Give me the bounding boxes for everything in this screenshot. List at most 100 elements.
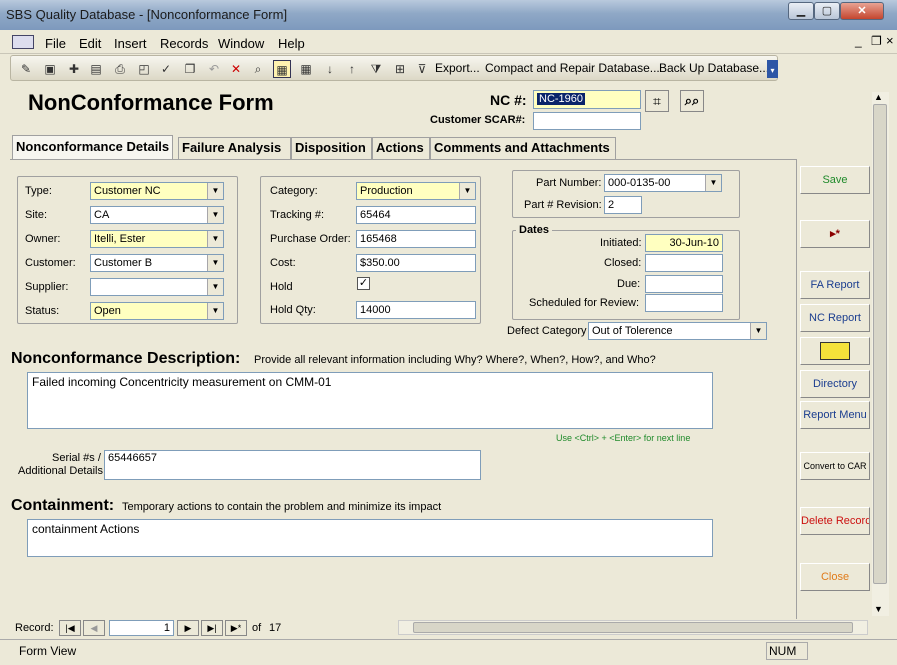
convert-to-car-button[interactable]: Convert to CAR — [800, 452, 870, 480]
export-button[interactable]: Export... — [435, 61, 480, 75]
part-number-combo[interactable]: 000-0135-00 ▼ — [604, 174, 722, 192]
tab-failure-analysis[interactable]: Failure Analysis — [178, 137, 291, 159]
open-icon[interactable]: ▣ — [41, 60, 59, 78]
select-button[interactable]: ⌗ — [645, 90, 669, 112]
customer-value: Customer B — [94, 257, 153, 269]
last-record-button[interactable]: ▶| — [201, 620, 223, 636]
chevron-down-icon[interactable]: ▼ — [750, 323, 766, 339]
status-combo[interactable]: Open ▼ — [90, 302, 224, 320]
due-field[interactable] — [645, 275, 723, 293]
nc-number-value: NC-1960 — [537, 93, 586, 105]
close-button[interactable]: ✕ — [840, 2, 884, 20]
first-record-button[interactable]: |◀ — [59, 620, 81, 636]
sort-ascending-icon[interactable]: ↓ — [321, 60, 339, 78]
hold-checkbox[interactable]: ✓ — [357, 277, 370, 290]
type-combo[interactable]: Customer NC ▼ — [90, 182, 224, 200]
maximize-button[interactable]: ▢ — [814, 2, 840, 20]
defect-category-combo[interactable]: Out of Tolerence ▼ — [588, 322, 767, 340]
menu-file[interactable]: File — [45, 36, 66, 51]
tab-nonconformance-details[interactable]: Nonconformance Details — [12, 135, 174, 160]
form-icon[interactable] — [12, 35, 34, 49]
site-combo[interactable]: CA ▼ — [90, 206, 224, 224]
spelling-icon[interactable]: ✓ — [157, 60, 175, 78]
fa-report-button[interactable]: FA Report — [800, 271, 870, 299]
chevron-down-icon[interactable]: ▼ — [459, 183, 475, 199]
next-record-button[interactable]: ▶ — [177, 620, 199, 636]
new-icon[interactable]: ✚ — [65, 60, 83, 78]
menu-records[interactable]: Records — [160, 36, 208, 51]
close-form-button[interactable]: Close — [800, 563, 870, 591]
minimize-button[interactable]: ▁ — [788, 2, 814, 20]
menu-edit[interactable]: Edit — [79, 36, 101, 51]
nc-number-field[interactable]: NC-1960 — [533, 90, 641, 109]
record-number-field[interactable]: 1 — [109, 620, 174, 636]
new-record-button[interactable]: ▸* — [800, 220, 870, 248]
find-icon[interactable]: ⌕ — [249, 60, 267, 78]
inner-close-button[interactable]: × — [886, 33, 894, 48]
horizontal-scroll-thumb[interactable] — [413, 622, 853, 633]
directory-button[interactable]: Directory — [800, 370, 870, 398]
save-icon[interactable]: ▤ — [87, 60, 105, 78]
prev-record-button[interactable]: ◀ — [83, 620, 105, 636]
chevron-down-icon[interactable]: ▼ — [207, 183, 223, 199]
copy-icon[interactable]: ❐ — [181, 60, 199, 78]
initiated-field[interactable]: 30-Jun-10 — [645, 234, 723, 252]
chevron-down-icon[interactable]: ▼ — [207, 255, 223, 271]
design-view-icon[interactable]: ✎ — [17, 60, 35, 78]
print-preview-icon[interactable]: ◰ — [135, 60, 153, 78]
tab-comments-attachments[interactable]: Comments and Attachments — [430, 137, 616, 159]
delete-icon[interactable]: ✕ — [227, 60, 245, 78]
report-menu-button[interactable]: Report Menu — [800, 401, 870, 429]
backup-database-button[interactable]: Back Up Database... — [659, 61, 769, 75]
part-revision-field[interactable]: 2 — [604, 196, 642, 214]
description-textarea[interactable]: Failed incoming Concentricity measuremen… — [27, 372, 713, 429]
scroll-down-icon[interactable]: ▼ — [874, 604, 883, 614]
owner-combo[interactable]: Itelli, Ester ▼ — [90, 230, 224, 248]
cost-field[interactable]: $350.00 — [356, 254, 476, 272]
customer-scar-field[interactable] — [533, 112, 641, 130]
inner-minimize-button[interactable]: _ — [855, 34, 862, 48]
menu-insert[interactable]: Insert — [114, 36, 147, 51]
compact-repair-button[interactable]: Compact and Repair Database... — [485, 61, 660, 75]
tracking-field[interactable]: 65464 — [356, 206, 476, 224]
toolbar-options-icon[interactable]: ▾ — [767, 60, 778, 78]
save-button[interactable]: Save — [800, 166, 870, 194]
customer-combo[interactable]: Customer B ▼ — [90, 254, 224, 272]
nc-report-button[interactable]: NC Report — [800, 304, 870, 332]
form-view-icon[interactable]: ▦ — [273, 60, 291, 78]
delete-record-button[interactable]: Delete Record — [800, 507, 870, 535]
hold-qty-field[interactable]: 14000 — [356, 301, 476, 319]
tab-disposition[interactable]: Disposition — [291, 137, 372, 159]
chevron-down-icon[interactable]: ▼ — [207, 279, 223, 295]
menu-window[interactable]: Window — [218, 36, 264, 51]
inner-restore-button[interactable]: ❐ — [871, 34, 882, 48]
vertical-scrollbar[interactable]: ▲ ▼ — [872, 92, 889, 616]
filter-by-form-icon[interactable]: ⊞ — [391, 60, 409, 78]
chevron-down-icon[interactable]: ▼ — [207, 207, 223, 223]
new-record-nav-button[interactable]: ▶* — [225, 620, 247, 636]
print-icon[interactable]: ⎙ — [111, 60, 129, 78]
notes-button[interactable] — [800, 337, 870, 365]
containment-textarea[interactable]: containment Actions — [27, 519, 713, 557]
menu-help[interactable]: Help — [278, 36, 305, 51]
serial-details-field[interactable]: 65446657 — [104, 450, 481, 480]
closed-field[interactable] — [645, 254, 723, 272]
filter-by-selection-icon[interactable]: ⧩ — [367, 60, 385, 78]
scroll-thumb[interactable] — [873, 104, 887, 584]
undo-icon[interactable]: ↶ — [205, 60, 223, 78]
chevron-down-icon[interactable]: ▼ — [207, 231, 223, 247]
cost-label: Cost: — [270, 257, 296, 269]
supplier-combo[interactable]: ▼ — [90, 278, 224, 296]
chevron-down-icon[interactable]: ▼ — [705, 175, 721, 191]
sort-descending-icon[interactable]: ↑ — [343, 60, 361, 78]
find-record-button[interactable]: ⌕⌕ — [680, 90, 704, 112]
category-combo[interactable]: Production ▼ — [356, 182, 476, 200]
tab-actions[interactable]: Actions — [372, 137, 430, 159]
review-field[interactable] — [645, 294, 723, 312]
horizontal-scrollbar[interactable] — [398, 620, 868, 635]
apply-filter-icon[interactable]: ⊽ — [413, 60, 431, 78]
purchase-order-field[interactable]: 165468 — [356, 230, 476, 248]
datasheet-icon[interactable]: ▦ — [297, 60, 315, 78]
scroll-up-icon[interactable]: ▲ — [874, 92, 883, 102]
chevron-down-icon[interactable]: ▼ — [207, 303, 223, 319]
